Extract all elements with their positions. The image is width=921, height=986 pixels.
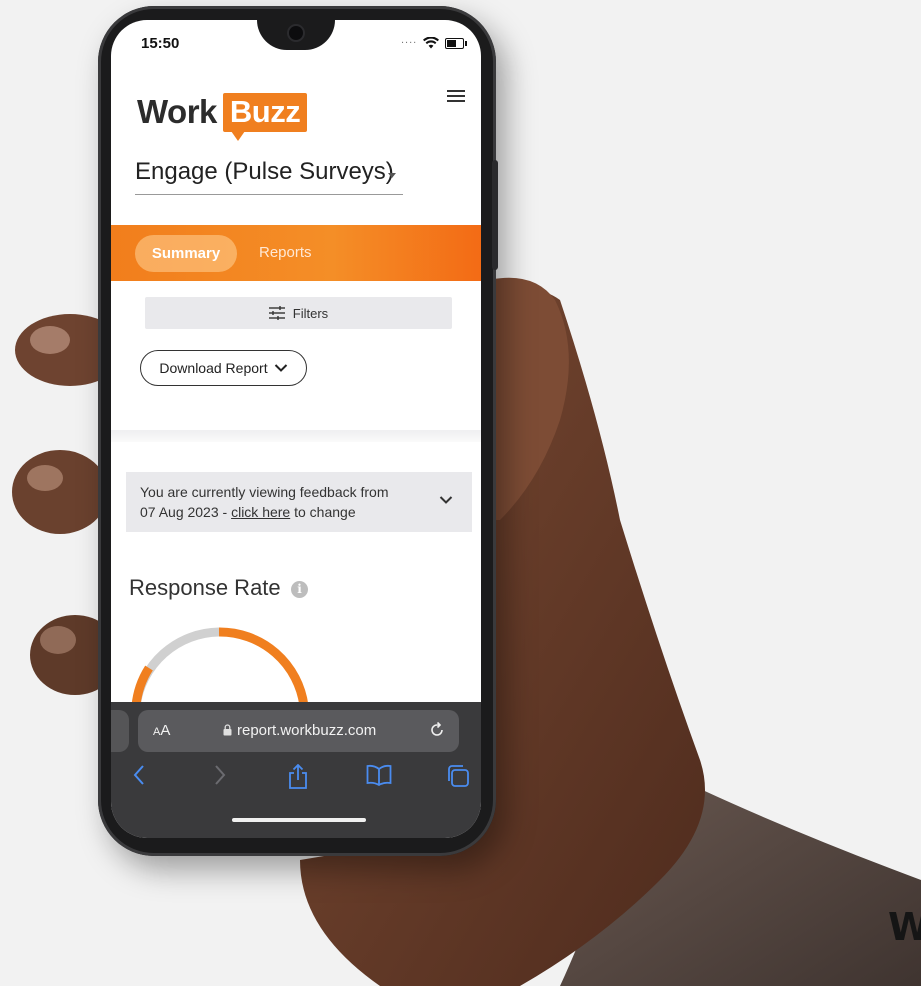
sliders-icon: [268, 306, 285, 320]
change-date-link[interactable]: click here: [231, 504, 290, 520]
logo-buzz-bubble: Buzz: [222, 92, 308, 141]
download-report-button[interactable]: Download Report: [140, 350, 307, 386]
battery-icon: [445, 38, 467, 49]
browser-toolbar: AA report.workbuzz.com: [111, 702, 481, 838]
logo-text-buzz: Buzz: [222, 92, 308, 132]
survey-type-select[interactable]: Engage (Pulse Surveys): [135, 158, 403, 195]
logo-text-work: Work: [137, 93, 217, 130]
hamburger-menu-icon[interactable]: [447, 90, 465, 104]
notch: [257, 20, 335, 50]
url-text: report.workbuzz.com: [237, 722, 377, 739]
tab-reports[interactable]: Reports: [259, 244, 312, 261]
gauge-fill-left: [131, 665, 153, 706]
response-rate-gauge: [131, 627, 309, 706]
filters-label: Filters: [292, 305, 329, 321]
banner-line-2: 07 Aug 2023 - click here to change: [140, 504, 356, 520]
tabs-icon[interactable]: [446, 764, 470, 788]
phone-screen: 15:50 .... Work Buzz Engage (Pulse Surve…: [111, 20, 481, 838]
caret-down-icon: [388, 173, 396, 178]
share-icon[interactable]: [287, 764, 309, 790]
banner-date: 07 Aug 2023 -: [140, 504, 232, 520]
text-size-button[interactable]: AA: [153, 722, 170, 739]
brand-watermark: W: [888, 905, 921, 949]
workbuzz-logo[interactable]: Work Buzz: [137, 90, 308, 141]
banner-suffix: to change: [290, 504, 356, 520]
date-range-banner[interactable]: You are currently viewing feedback from …: [126, 472, 472, 532]
info-icon[interactable]: i: [291, 581, 308, 598]
reload-icon[interactable]: [428, 721, 446, 739]
section-divider: [111, 430, 481, 442]
status-time: 15:50: [141, 35, 180, 52]
signal-dots: ....: [401, 34, 418, 46]
address-bar[interactable]: AA report.workbuzz.com: [138, 710, 459, 752]
forward-icon[interactable]: [213, 764, 227, 786]
chevron-down-icon: [274, 364, 287, 372]
previous-tab-peek[interactable]: [111, 710, 129, 752]
lock-icon: [223, 724, 232, 736]
phone-side-button: [492, 160, 498, 270]
front-camera: [289, 26, 303, 40]
gauge-fill: [218, 627, 309, 706]
chevron-down-icon[interactable]: [439, 495, 453, 505]
bookmarks-icon[interactable]: [366, 764, 392, 786]
filters-button[interactable]: Filters: [145, 297, 452, 329]
survey-type-value: Engage (Pulse Surveys): [135, 158, 394, 185]
tab-summary[interactable]: Summary: [135, 235, 237, 272]
download-report-label: Download Report: [159, 360, 268, 376]
wifi-icon: [423, 36, 439, 54]
tab-bar: Summary Reports: [111, 225, 481, 281]
home-indicator[interactable]: [232, 818, 366, 822]
banner-line-1: You are currently viewing feedback from: [140, 484, 389, 500]
response-rate-heading: Response Rate: [129, 575, 281, 600]
back-icon[interactable]: [132, 764, 146, 786]
browser-nav-row: [111, 764, 481, 798]
